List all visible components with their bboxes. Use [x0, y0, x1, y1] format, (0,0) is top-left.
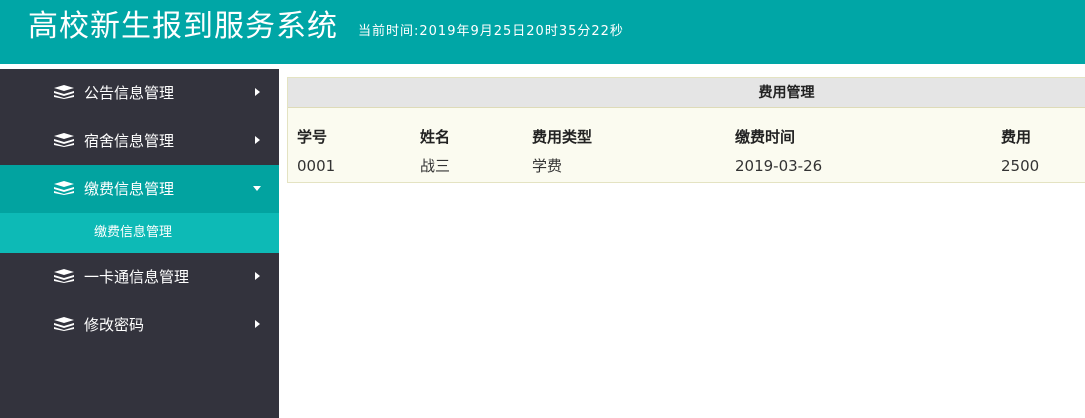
caret-right-icon — [255, 88, 260, 96]
sidebar-item-label: 公告信息管理 — [84, 84, 175, 102]
column-header-name: 姓名 — [420, 128, 451, 146]
stack-icon — [54, 181, 74, 195]
fee-panel: 费用管理 学号 姓名 费用类型 缴费时间 费用 0001 战三 学费 2019-… — [287, 77, 1085, 183]
app-title: 高校新生报到服务系统 — [28, 9, 338, 44]
caret-right-icon — [255, 272, 260, 280]
sidebar-item-label: 缴费信息管理 — [84, 180, 175, 198]
sidebar-item-campus-card[interactable]: 一卡通信息管理 — [0, 253, 279, 301]
table-cell-fee-type: 学费 — [532, 157, 563, 175]
stack-icon — [54, 269, 74, 283]
current-time: 当前时间:2019年9月25日20时35分22秒 — [358, 24, 624, 39]
column-header-payment-time: 缴费时间 — [735, 128, 796, 146]
table-cell-fee: 2500 — [1001, 157, 1040, 175]
panel-title: 费用管理 — [288, 78, 1085, 108]
table-cell-payment-time: 2019-03-26 — [735, 157, 823, 175]
sidebar-item-label: 宿舍信息管理 — [84, 132, 175, 150]
sidebar-item-label: 修改密码 — [84, 316, 145, 334]
sidebar-item-dormitory[interactable]: 宿舍信息管理 — [0, 117, 279, 165]
table-cell-name: 战三 — [420, 157, 451, 175]
sidebar-subitem-label: 缴费信息管理 — [94, 225, 173, 240]
stack-icon — [54, 85, 74, 99]
column-header-fee: 费用 — [1001, 128, 1032, 146]
caret-right-icon — [255, 320, 260, 328]
stack-icon — [54, 317, 74, 331]
sidebar: 公告信息管理 宿舍信息管理 缴费信息管理 缴费信息管理 一卡通信息管理 修改密码 — [0, 69, 279, 418]
sidebar-item-label: 一卡通信息管理 — [84, 268, 190, 286]
panel-title-text: 费用管理 — [758, 85, 815, 101]
sidebar-item-payment[interactable]: 缴费信息管理 — [0, 165, 279, 213]
column-header-student-id: 学号 — [297, 128, 328, 146]
table-cell-student-id: 0001 — [297, 157, 336, 175]
caret-down-icon — [253, 186, 261, 191]
header-bar: 高校新生报到服务系统 当前时间:2019年9月25日20时35分22秒 — [0, 0, 1085, 64]
column-header-fee-type: 费用类型 — [532, 128, 593, 146]
sidebar-subitem-payment-management[interactable]: 缴费信息管理 — [0, 213, 279, 253]
sidebar-item-announcements[interactable]: 公告信息管理 — [0, 69, 279, 117]
sidebar-item-change-password[interactable]: 修改密码 — [0, 301, 279, 349]
stack-icon — [54, 133, 74, 147]
caret-right-icon — [255, 136, 260, 144]
